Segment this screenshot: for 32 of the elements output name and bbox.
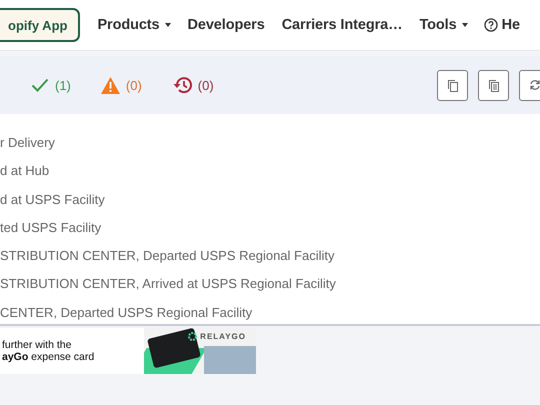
logo-icon bbox=[188, 332, 198, 341]
status-count: (0) bbox=[198, 78, 214, 92]
tracking-event: STRIBUTION CENTER, Departed USPS Regional Facility bbox=[0, 247, 336, 266]
photo-placeholder bbox=[204, 346, 256, 374]
tracking-event: d at USPS Facility bbox=[0, 190, 106, 209]
nav-menu-item[interactable]: Developers bbox=[188, 17, 265, 33]
caret-icon bbox=[164, 23, 170, 27]
app-button[interactable]: opify App bbox=[0, 8, 80, 42]
copy-document-button[interactable] bbox=[478, 70, 509, 100]
copy-button[interactable] bbox=[437, 70, 468, 100]
check-icon bbox=[31, 78, 49, 92]
nav-menu-item[interactable]: Tools bbox=[419, 17, 468, 33]
ad-text: further with the bbox=[2, 339, 72, 351]
help-icon bbox=[484, 18, 498, 32]
tracking-event: d at Hub bbox=[0, 162, 50, 180]
tracking-event: STRIBUTION CENTER, Arrived at USPS Regional Facility bbox=[0, 275, 337, 294]
tracking-event: CENTER, Departed USPS Regional Facility bbox=[0, 304, 254, 322]
brand-name: RELAYGO bbox=[200, 332, 246, 341]
history-icon bbox=[172, 76, 192, 94]
status-count: (0) bbox=[126, 78, 142, 92]
help-link[interactable]: He bbox=[502, 17, 520, 33]
refresh-icon bbox=[528, 79, 540, 91]
ad-text: ayGo expense card bbox=[2, 351, 96, 363]
warning-icon bbox=[100, 76, 120, 94]
nav-menu-item[interactable]: Carriers Integra… bbox=[282, 17, 402, 33]
document-copy-icon bbox=[488, 78, 500, 92]
tracking-event: r Delivery bbox=[0, 134, 56, 152]
copy-icon bbox=[446, 78, 458, 92]
status-count: (1) bbox=[55, 78, 71, 92]
caret-icon bbox=[462, 23, 468, 27]
tracking-event: ted USPS Facility bbox=[0, 218, 102, 237]
nav-menu-item[interactable]: Products bbox=[97, 17, 170, 33]
